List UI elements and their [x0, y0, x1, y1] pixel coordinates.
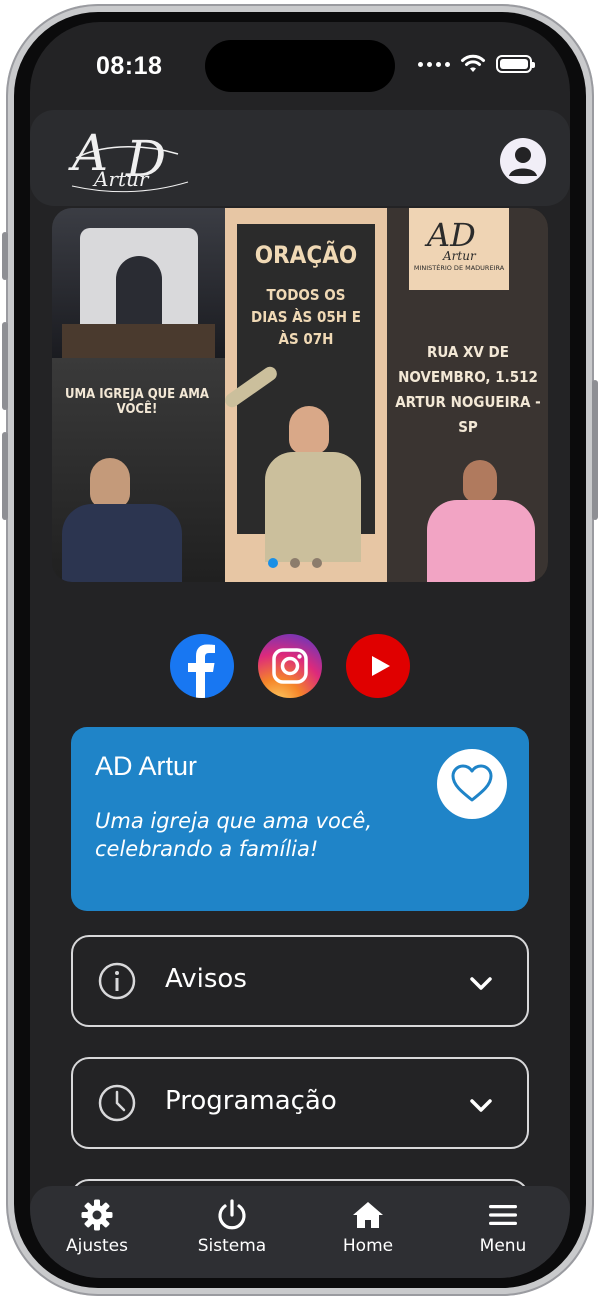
banner-heading: ORAÇÃO	[254, 241, 358, 269]
accordion-programacao[interactable]: Programação	[71, 1057, 529, 1149]
card-subtitle: Uma igreja que ama você, celebrando a fa…	[95, 809, 372, 861]
preacher-photo	[289, 406, 329, 454]
tab-label: Home	[342, 1236, 394, 1256]
svg-text:Artur: Artur	[442, 249, 477, 263]
banner-panel-left: UMA IGREJA QUE AMA VOCÊ!	[52, 208, 225, 582]
status-icons	[418, 54, 535, 74]
church-photo	[52, 208, 225, 358]
status-time: 08:18	[96, 52, 163, 80]
dynamic-island	[205, 40, 395, 92]
youtube-button[interactable]	[346, 634, 410, 698]
profile-avatar-button[interactable]	[500, 138, 546, 184]
clock-icon	[98, 1084, 136, 1122]
instagram-icon	[272, 648, 308, 684]
pastor-photo	[90, 458, 130, 508]
menu-icon	[489, 1205, 517, 1225]
tab-label: Sistema	[197, 1236, 267, 1256]
facebook-icon	[188, 644, 215, 698]
chevron-down-icon	[470, 1099, 492, 1112]
carousel-pager[interactable]	[268, 558, 322, 568]
banner-logo-box: AD Artur MINISTÉRIO DE MADUREIRA	[409, 208, 509, 290]
tab-label: Ajustes	[66, 1236, 128, 1256]
volume-down-button	[2, 432, 8, 520]
pager-dot[interactable]	[268, 558, 278, 568]
instagram-button[interactable]	[258, 634, 322, 698]
tab-menu[interactable]: Menu	[448, 1198, 558, 1256]
facebook-button[interactable]	[170, 634, 234, 698]
mute-switch	[2, 232, 8, 280]
signal-icon	[418, 61, 450, 67]
accordion-avisos[interactable]: Avisos	[71, 935, 529, 1027]
pager-dot[interactable]	[312, 558, 322, 568]
youtube-play-icon	[372, 656, 390, 676]
bottom-tab-bar: Ajustes Sistema Home Menu	[30, 1186, 570, 1278]
power-icon	[218, 1199, 246, 1230]
tab-sistema[interactable]: Sistema	[177, 1198, 287, 1256]
power-button	[592, 380, 598, 520]
banner-address: RUA XV DE NOVEMBRO, 1.512 ARTUR NOGUEIRA…	[395, 343, 541, 436]
card-title: AD Artur	[95, 751, 198, 781]
wifi-icon	[461, 54, 485, 72]
banner-panel-mid: ORAÇÃO TODOS OS DIAS ÀS 05H E ÀS 07H	[225, 208, 387, 582]
speaker-photo	[463, 460, 497, 502]
svg-text:Artur: Artur	[92, 167, 150, 191]
favorite-button[interactable]	[437, 749, 507, 819]
tab-ajustes[interactable]: Ajustes	[42, 1198, 152, 1256]
banner-schedule: TODOS OS DIAS ÀS 05H E ÀS 07H	[251, 286, 361, 348]
gear-icon	[81, 1199, 113, 1231]
banner-panel-right: AD Artur MINISTÉRIO DE MADUREIRA RUA XV …	[387, 208, 548, 582]
banner-logo: AD Artur	[424, 216, 477, 263]
accordion-label: Programação	[165, 1086, 337, 1116]
tab-label: Menu	[479, 1236, 527, 1256]
screen: 08:18 A D Artur UMA IGREJA QUE AMA VOCÊ!…	[30, 22, 570, 1278]
pager-dot[interactable]	[290, 558, 300, 568]
volume-up-button	[2, 322, 8, 410]
banner-logo-sub: MINISTÉRIO DE MADUREIRA	[413, 264, 505, 272]
info-icon	[98, 962, 136, 1000]
home-icon	[353, 1202, 383, 1228]
app-header: A D Artur	[30, 110, 570, 206]
accordion-label: Avisos	[165, 964, 247, 994]
banner-slogan: UMA IGREJA QUE AMA VOCÊ!	[65, 387, 209, 417]
social-links	[170, 634, 410, 698]
ad-artur-logo: A D Artur	[68, 124, 189, 193]
chevron-down-icon	[470, 977, 492, 990]
tab-home[interactable]: Home	[313, 1198, 423, 1256]
banner-carousel[interactable]: UMA IGREJA QUE AMA VOCÊ! ORAÇÃO TODOS OS…	[52, 208, 548, 582]
church-info-card: AD Artur Uma igreja que ama você, celebr…	[71, 727, 529, 911]
heart-icon	[451, 764, 493, 802]
battery-icon	[496, 55, 535, 73]
user-icon	[509, 147, 537, 176]
